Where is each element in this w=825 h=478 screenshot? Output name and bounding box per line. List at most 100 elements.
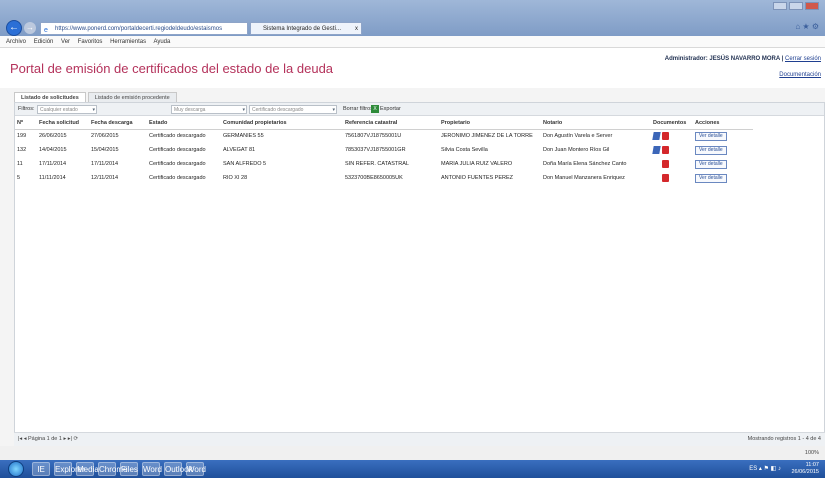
ie-icon: e bbox=[44, 27, 48, 34]
tab-label: Sistema Integrado de Gestí... bbox=[263, 26, 342, 32]
col-propietario[interactable]: Propietario bbox=[439, 117, 541, 130]
table-footer: |◂ ◂ Página 1 de 1 ▸ ▸| ⟳ Mostrando regi… bbox=[14, 432, 825, 446]
pdf-icon[interactable] bbox=[662, 146, 669, 154]
cell-estado: Certificado descargado bbox=[149, 133, 206, 140]
tab-close-icon[interactable]: x bbox=[355, 23, 358, 34]
col-estado[interactable]: Estado bbox=[147, 117, 221, 130]
forward-button[interactable]: → bbox=[24, 22, 36, 34]
cell-estado: Certificado descargado bbox=[149, 161, 206, 167]
ver-detalle-button[interactable]: Ver detalle bbox=[695, 173, 727, 183]
export-label: Exportar bbox=[380, 106, 401, 112]
menu-ver[interactable]: Ver bbox=[61, 39, 70, 45]
portal-header: Portal de emisión de certificados del es… bbox=[0, 48, 825, 88]
pagination[interactable]: |◂ ◂ Página 1 de 1 ▸ ▸| ⟳ bbox=[18, 433, 78, 446]
docs-link[interactable]: Documentación bbox=[779, 72, 821, 78]
edit-doc-icon[interactable] bbox=[652, 146, 661, 154]
window-controls bbox=[773, 2, 819, 10]
address-bar[interactable]: e https://www.ponerd.com/portaldecerti.r… bbox=[40, 22, 248, 35]
tab-listado-solicitudes[interactable]: Listado de solicitudes bbox=[14, 92, 86, 102]
col-notario[interactable]: Notario bbox=[541, 117, 651, 130]
maximize-button[interactable] bbox=[789, 2, 803, 10]
browser-tools-icons[interactable]: ⌂ ★ ⚙ bbox=[795, 22, 819, 31]
chevron-down-icon: ▾ bbox=[92, 107, 95, 113]
cell-comunidad: GERMANIES 55 bbox=[223, 133, 264, 140]
cell-comunidad: SAN ALFREDO 5 bbox=[223, 161, 267, 167]
ver-detalle-button[interactable]: Ver detalle bbox=[695, 131, 727, 141]
col-comunidad[interactable]: Comunidad propietarios bbox=[221, 117, 343, 130]
requests-panel: Filtros: Cualquier estado ▾ Muy descarga ▾… bbox=[14, 102, 825, 446]
clock[interactable]: 11:07 26/06/2015 bbox=[791, 462, 819, 476]
cell-acciones: Ver detalle bbox=[693, 171, 753, 185]
taskbar-explorer-icon[interactable]: Explorer bbox=[54, 462, 85, 476]
clock-date: 26/06/2015 bbox=[791, 469, 819, 475]
cell-referencia: 7561807VJ18755001U bbox=[345, 133, 402, 140]
cell-n: 132 bbox=[17, 147, 27, 153]
menu-archivo[interactable]: Archivo bbox=[6, 39, 26, 45]
table-body: 199 26/06/2015 27/06/2015 Certificado de… bbox=[15, 129, 753, 185]
record-count: Mostrando registros 1 - 4 de 4 bbox=[747, 436, 821, 442]
menu-ayuda[interactable]: Ayuda bbox=[153, 39, 170, 45]
col-referencia[interactable]: Referencia catastral bbox=[343, 117, 439, 130]
browser-tab[interactable]: Sistema Integrado de Gestí... x bbox=[250, 22, 362, 35]
col-acciones[interactable]: Acciones bbox=[693, 117, 753, 130]
taskbar-ie-icon[interactable]: IE bbox=[32, 462, 50, 476]
pdf-icon[interactable] bbox=[662, 132, 669, 141]
chevron-down-icon: ▾ bbox=[332, 107, 335, 113]
minimize-button[interactable] bbox=[773, 2, 787, 10]
zoom-level[interactable]: 100% bbox=[805, 446, 819, 460]
clear-filters-button[interactable]: Borrar filtros bbox=[343, 104, 373, 115]
cell-fecha-solicitud: 14/04/2015 bbox=[39, 147, 67, 153]
pdf-icon[interactable] bbox=[662, 160, 669, 168]
table-row[interactable]: 199 26/06/2015 27/06/2015 Certificado de… bbox=[15, 129, 753, 143]
taskbar-word2-icon[interactable]: Word bbox=[186, 462, 206, 476]
table-row[interactable]: 5 11/11/2014 12/11/2014 Certificado desc… bbox=[15, 171, 753, 185]
ver-detalle-button[interactable]: Ver detalle bbox=[695, 159, 727, 169]
menu-edicion[interactable]: Edición bbox=[34, 39, 54, 45]
filter-label: Filtros: bbox=[18, 106, 35, 112]
filter-cert-select[interactable]: Certificado descargado ▾ bbox=[249, 105, 337, 114]
filter-download-select[interactable]: Muy descarga ▾ bbox=[171, 105, 247, 114]
tab-listado-emision[interactable]: Listado de emisión procedente bbox=[87, 92, 177, 102]
table-row[interactable]: 132 14/04/2015 15/04/2015 Certificado de… bbox=[15, 143, 753, 157]
col-fecha-descarga[interactable]: Fecha descarga bbox=[89, 117, 147, 130]
cell-estado: Certificado descargado bbox=[149, 147, 206, 153]
cell-fecha-descarga: 17/11/2014 bbox=[91, 161, 119, 167]
cell-documentos bbox=[651, 129, 693, 143]
taskbar-chrome-icon[interactable]: Chrome bbox=[98, 462, 127, 476]
cell-referencia: 5323700BE8650005UK bbox=[345, 175, 403, 181]
cell-notario: Doña María Elena Sánchez Canto bbox=[543, 161, 627, 167]
menu-herramientas[interactable]: Herramientas bbox=[110, 39, 146, 45]
cell-propietario: ANTONIO FUENTES PEREZ bbox=[441, 175, 514, 181]
edit-doc-icon[interactable] bbox=[652, 132, 661, 141]
filter-state-select[interactable]: Cualquier estado ▾ bbox=[37, 105, 97, 114]
col-fecha-solicitud[interactable]: Fecha solicitud bbox=[37, 117, 89, 130]
clock-time: 11:07 bbox=[805, 462, 819, 468]
taskbar-media-icon[interactable]: Media bbox=[76, 462, 99, 476]
menu-favoritos[interactable]: Favoritos bbox=[78, 39, 103, 45]
cell-documentos bbox=[651, 143, 693, 157]
filter-cert-value: Certificado descargado bbox=[252, 107, 304, 113]
back-button[interactable]: ← bbox=[6, 20, 22, 36]
pdf-icon[interactable] bbox=[662, 174, 669, 182]
filter-download-value: Muy descarga bbox=[174, 107, 206, 113]
start-button[interactable] bbox=[8, 461, 24, 477]
logout-link[interactable]: Cerrar sesión bbox=[785, 56, 821, 62]
close-button[interactable] bbox=[805, 2, 819, 10]
user-name: Administrador: JESÚS NAVARRO MORA | bbox=[664, 56, 784, 62]
table-row[interactable]: 11 17/11/2014 17/11/2014 Certificado des… bbox=[15, 157, 753, 171]
taskbar-word-icon[interactable]: Word bbox=[142, 462, 162, 476]
cell-propietario: Silvia Costa Sevilla bbox=[441, 147, 488, 153]
cell-documentos bbox=[651, 157, 693, 171]
user-info: Administrador: JESÚS NAVARRO MORA | Cerr… bbox=[665, 56, 821, 62]
table-header-row: Nº Fecha solicitud Fecha descarga Estado… bbox=[15, 117, 753, 130]
ver-detalle-button[interactable]: Ver detalle bbox=[695, 145, 727, 155]
col-documentos[interactable]: Documentos bbox=[651, 117, 693, 130]
export-button[interactable]: X Exportar bbox=[371, 104, 401, 115]
system-tray[interactable]: ES ▴ ⚑ ◧ ♪ bbox=[749, 465, 781, 472]
col-n[interactable]: Nº bbox=[15, 117, 37, 130]
taskbar-files-icon[interactable]: Files bbox=[120, 462, 138, 476]
cell-comunidad: RIO XI 28 bbox=[223, 175, 248, 181]
taskbar-outlook-icon[interactable]: Outlook bbox=[164, 462, 193, 476]
cell-n: 5 bbox=[17, 175, 21, 181]
cell-propietario: JERONIMO JIMENEZ DE LA TORRE bbox=[441, 133, 533, 140]
